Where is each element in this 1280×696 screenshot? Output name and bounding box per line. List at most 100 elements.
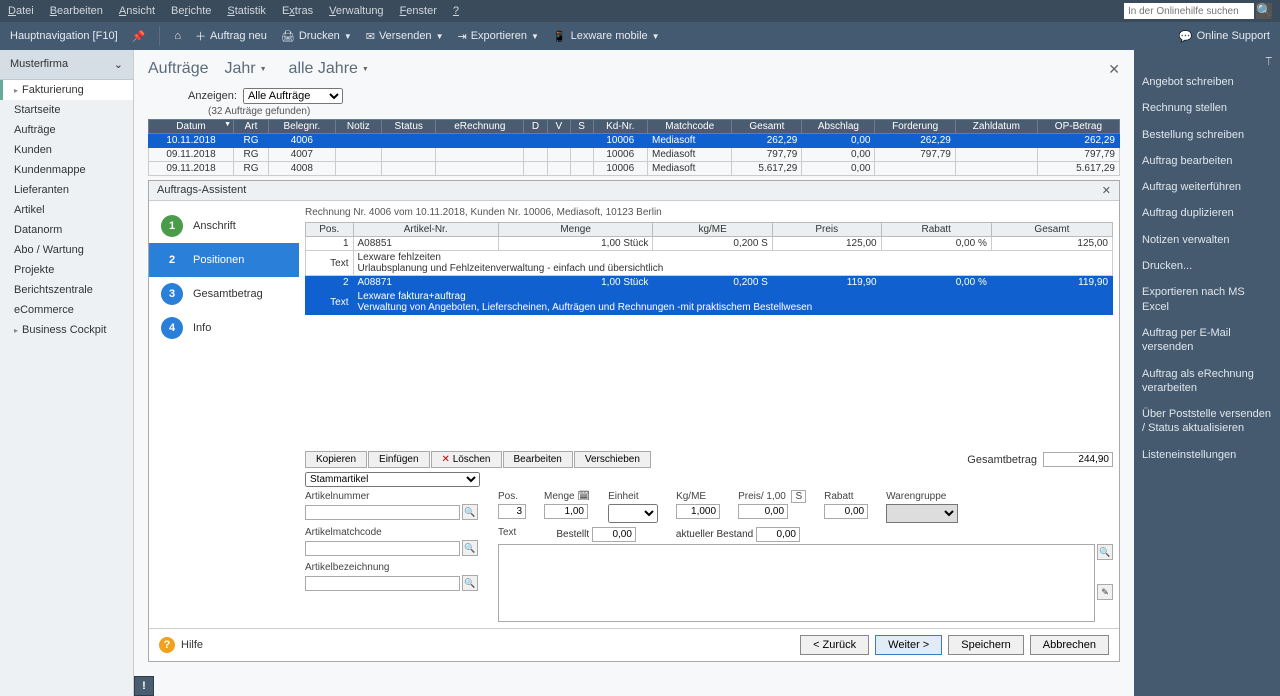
delete-button[interactable]: ✕ Löschen bbox=[431, 451, 502, 468]
menu-statistik[interactable]: Statistik bbox=[227, 5, 266, 17]
tool-versenden[interactable]: ✉ Versenden ▼ bbox=[366, 30, 444, 43]
sidebar-item[interactable]: Startseite bbox=[0, 100, 133, 120]
grid-header[interactable]: V bbox=[547, 120, 570, 134]
pin-nav-icon[interactable]: 📌 bbox=[132, 30, 146, 43]
paste-button[interactable]: Einfügen bbox=[368, 451, 429, 468]
lookup-icon[interactable]: 🔍 bbox=[462, 575, 478, 591]
tool-online-support[interactable]: 💬 Online Support bbox=[1179, 30, 1270, 43]
einheit-select[interactable] bbox=[608, 504, 658, 523]
firm-selector[interactable]: Musterfirma⌄ bbox=[0, 50, 133, 80]
grid-header[interactable]: OP-Betrag bbox=[1037, 120, 1119, 134]
menu-extras[interactable]: Extras bbox=[282, 5, 313, 17]
sidebar-item[interactable]: Kunden bbox=[0, 140, 133, 160]
task-item[interactable]: Auftrag weiterführen bbox=[1142, 174, 1272, 200]
rabatt-input[interactable] bbox=[824, 504, 868, 519]
task-item[interactable]: Auftrag bearbeiten bbox=[1142, 148, 1272, 174]
edit-button[interactable]: Bearbeiten bbox=[503, 451, 573, 468]
wizard-step[interactable]: 1Anschrift bbox=[149, 209, 299, 243]
menu-ansicht[interactable]: Ansicht bbox=[119, 5, 155, 17]
wizard-step[interactable]: 4Info bbox=[149, 311, 299, 345]
year-label-drop[interactable]: Jahr ▼ bbox=[218, 60, 272, 78]
grid-header[interactable]: Zahldatum bbox=[955, 120, 1037, 134]
help-label[interactable]: Hilfe bbox=[181, 639, 203, 651]
grid-header[interactable]: Belegnr. bbox=[269, 120, 336, 134]
line-header[interactable]: Pos. bbox=[306, 223, 354, 237]
task-item[interactable]: Drucken... bbox=[1142, 253, 1272, 279]
task-item[interactable]: Auftrag als eRechnung verarbeiten bbox=[1142, 361, 1272, 402]
menu-verwaltung[interactable]: Verwaltung bbox=[329, 5, 383, 17]
menu-fenster[interactable]: Fenster bbox=[400, 5, 437, 17]
text-textarea[interactable] bbox=[498, 544, 1095, 622]
tool-lexware-mobile[interactable]: 📱 Lexware mobile ▼ bbox=[553, 30, 660, 43]
sidebar-item[interactable]: Projekte bbox=[0, 260, 133, 280]
grid-header[interactable]: Notiz bbox=[335, 120, 381, 134]
text-lookup-icon[interactable]: 🔍 bbox=[1097, 544, 1113, 560]
lines-grid[interactable]: Pos.Artikel-Nr.Mengekg/MEPreisRabattGesa… bbox=[305, 222, 1113, 315]
lookup-icon[interactable]: 🔍 bbox=[462, 504, 478, 520]
sidebar-item[interactable]: Kundenmappe bbox=[0, 160, 133, 180]
tool-exportieren[interactable]: ⇥ Exportieren ▼ bbox=[457, 30, 538, 43]
menu-berichte[interactable]: Berichte bbox=[171, 5, 211, 17]
grid-header[interactable]: Gesamt bbox=[732, 120, 802, 134]
status-alert-icon[interactable]: ! bbox=[134, 676, 154, 696]
year-value-drop[interactable]: alle Jahre ▼ bbox=[283, 60, 375, 78]
line-row[interactable]: 1A088511,00 Stück0,200 S125,000,00 %125,… bbox=[306, 237, 1113, 251]
grid-header[interactable]: D bbox=[524, 120, 548, 134]
line-header[interactable]: Rabatt bbox=[881, 223, 991, 237]
artikelbezeichnung-input[interactable] bbox=[305, 576, 460, 591]
line-header[interactable]: Gesamt bbox=[991, 223, 1112, 237]
sidebar-item[interactable]: Abo / Wartung bbox=[0, 240, 133, 260]
task-item[interactable]: Bestellung schreiben bbox=[1142, 122, 1272, 148]
line-header[interactable]: Menge bbox=[498, 223, 653, 237]
pin-taskpanel-icon[interactable]: ⟙ bbox=[1142, 56, 1272, 69]
grid-header[interactable]: Kd-Nr. bbox=[593, 120, 647, 134]
task-item[interactable]: Rechnung stellen bbox=[1142, 95, 1272, 121]
sidebar-item[interactable]: Aufträge bbox=[0, 120, 133, 140]
grid-header[interactable]: Status bbox=[382, 120, 436, 134]
line-header[interactable]: Artikel-Nr. bbox=[353, 223, 498, 237]
sidebar-item[interactable]: Fakturierung bbox=[0, 80, 133, 100]
menu-bearbeiten[interactable]: Bearbeiten bbox=[50, 5, 103, 17]
close-wizard-icon[interactable]: ✕ bbox=[1102, 184, 1111, 197]
menu-help[interactable]: ? bbox=[453, 5, 459, 17]
grid-header[interactable]: Datum▼ bbox=[149, 120, 234, 134]
artikelmatchcode-input[interactable] bbox=[305, 541, 460, 556]
wizard-step[interactable]: 2Positionen bbox=[149, 243, 299, 277]
close-page-icon[interactable]: ✕ bbox=[1108, 61, 1120, 78]
sidebar-item[interactable]: eCommerce bbox=[0, 300, 133, 320]
orders-grid[interactable]: Datum▼ArtBelegnr.NotizStatuseRechnungDVS… bbox=[148, 119, 1120, 176]
line-header[interactable]: Preis bbox=[772, 223, 881, 237]
copy-button[interactable]: Kopieren bbox=[305, 451, 367, 468]
task-item[interactable]: Listeneinstellungen bbox=[1142, 442, 1272, 468]
task-item[interactable]: Exportieren nach MS Excel bbox=[1142, 279, 1272, 320]
grid-header[interactable]: eRechnung bbox=[436, 120, 524, 134]
task-item[interactable]: Notizen verwalten bbox=[1142, 227, 1272, 253]
wizard-step[interactable]: 3Gesamtbetrag bbox=[149, 277, 299, 311]
line-header[interactable]: kg/ME bbox=[653, 223, 772, 237]
help-search-button[interactable]: 🔍 bbox=[1256, 3, 1272, 19]
sidebar-item[interactable]: Berichtszentrale bbox=[0, 280, 133, 300]
grid-header[interactable]: Forderung bbox=[875, 120, 955, 134]
artikelnummer-input[interactable] bbox=[305, 505, 460, 520]
grid-header[interactable]: Art bbox=[234, 120, 269, 134]
back-button[interactable]: < Zurück bbox=[800, 635, 869, 655]
preis-input[interactable] bbox=[738, 504, 788, 519]
grid-header[interactable]: Abschlag bbox=[802, 120, 875, 134]
line-row[interactable]: 2A088711,00 Stück0,200 S119,900,00 %119,… bbox=[306, 276, 1113, 290]
sidebar-item[interactable]: Business Cockpit bbox=[0, 320, 133, 340]
grid-header[interactable]: S bbox=[570, 120, 593, 134]
sidebar-item[interactable]: Datanorm bbox=[0, 220, 133, 240]
sidebar-item[interactable]: Lieferanten bbox=[0, 180, 133, 200]
calendar-icon[interactable]: 🗓 bbox=[577, 491, 590, 502]
table-row[interactable]: 09.11.2018RG400810006Mediasoft5.617,290,… bbox=[149, 162, 1120, 176]
home-icon[interactable]: ⌂ bbox=[174, 30, 181, 42]
task-item[interactable]: Angebot schreiben bbox=[1142, 69, 1272, 95]
sidebar-item[interactable]: Artikel bbox=[0, 200, 133, 220]
kgme-input[interactable] bbox=[676, 504, 720, 519]
help-icon[interactable]: ? bbox=[159, 637, 175, 653]
table-row[interactable]: 10.11.2018RG400610006Mediasoft262,290,00… bbox=[149, 134, 1120, 148]
tool-auftrag-neu[interactable]: ＋ Auftrag neu bbox=[195, 28, 267, 44]
table-row[interactable]: 09.11.2018RG400710006Mediasoft797,790,00… bbox=[149, 148, 1120, 162]
grid-header[interactable]: Matchcode bbox=[648, 120, 732, 134]
warengruppe-select[interactable] bbox=[886, 504, 958, 523]
